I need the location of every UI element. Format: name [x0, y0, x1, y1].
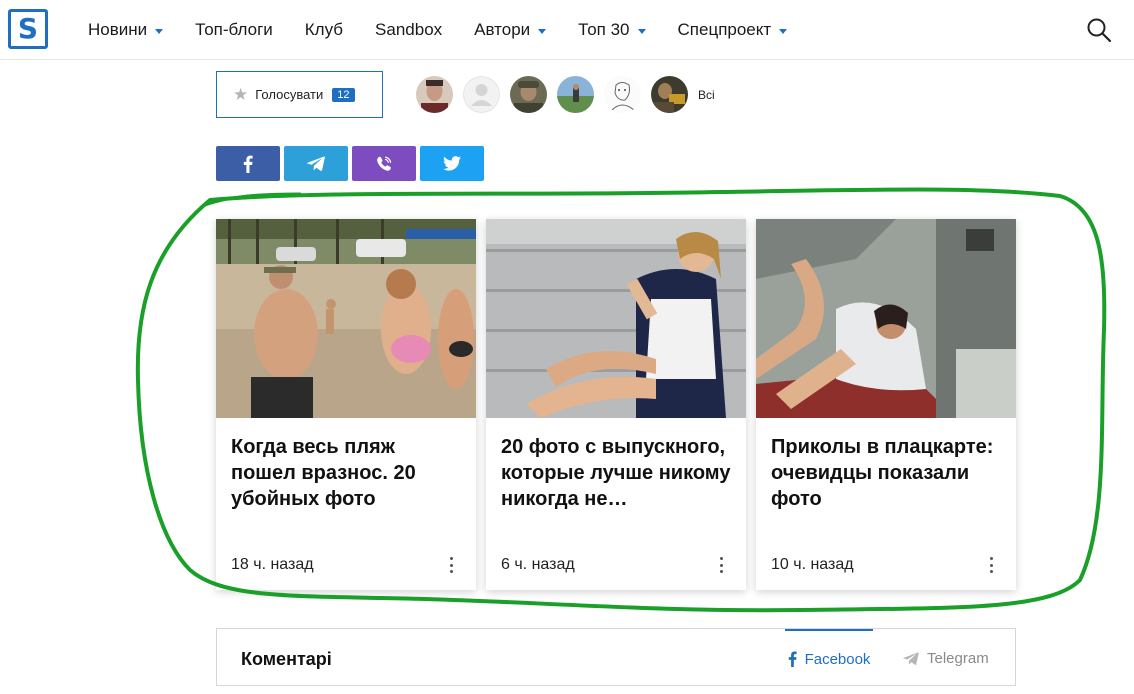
more-options-icon[interactable]: [986, 555, 996, 575]
voters-list: Всі: [416, 76, 715, 113]
article-image[interactable]: [216, 219, 476, 418]
nav-label: Новини: [88, 20, 148, 39]
main-nav: Новини Топ-блоги Клуб Sandbox Автори Топ…: [88, 0, 819, 60]
vote-count-badge: 12: [332, 87, 355, 102]
more-options-icon[interactable]: [446, 555, 456, 575]
tab-label: Telegram: [927, 649, 989, 667]
twitter-icon: [443, 156, 461, 171]
avatar[interactable]: [463, 76, 500, 113]
star-icon: ★: [233, 85, 249, 104]
avatar[interactable]: [604, 76, 641, 113]
article-card[interactable]: 20 фото с выпускного, которые лучше нико…: [486, 219, 746, 590]
article-time: 10 ч. назад: [771, 556, 854, 573]
nav-label: Sandbox: [375, 20, 443, 39]
avatar[interactable]: [557, 76, 594, 113]
article-image[interactable]: [756, 219, 1016, 418]
article-title[interactable]: 20 фото с выпускного, которые лучше нико…: [501, 434, 733, 512]
facebook-icon: [243, 155, 253, 173]
nav-item-news[interactable]: Новини: [88, 20, 164, 40]
article-card[interactable]: Когда весь пляж пошел вразнос. 20 убойны…: [216, 219, 476, 590]
telegram-icon: [903, 651, 919, 665]
nav-item-special[interactable]: Спецпроект: [678, 20, 788, 40]
article-image[interactable]: [486, 219, 746, 418]
nav-label: Автори: [474, 20, 531, 39]
share-telegram-button[interactable]: [284, 146, 348, 181]
share-viber-button[interactable]: [352, 146, 416, 181]
nav-label: Клуб: [304, 20, 344, 39]
tab-facebook[interactable]: Facebook: [785, 629, 873, 687]
nav-item-top30[interactable]: Топ 30: [578, 20, 646, 40]
article-time: 6 ч. назад: [501, 556, 575, 573]
article-card[interactable]: Приколы в плацкарте: очевидцы показали ф…: [756, 219, 1016, 590]
vote-button[interactable]: ★ Голосувати 12: [216, 71, 383, 118]
nav-item-club[interactable]: Клуб: [305, 20, 343, 40]
nav-item-authors[interactable]: Автори: [474, 20, 547, 40]
all-voters-link[interactable]: Всі: [698, 88, 715, 102]
viber-icon: [377, 156, 392, 171]
logo-letter: S: [17, 12, 39, 45]
tab-label: Facebook: [804, 650, 871, 668]
nav-item-top-blogs[interactable]: Топ-блоги: [195, 20, 273, 40]
facebook-icon: [788, 651, 797, 667]
share-facebook-button[interactable]: [216, 146, 280, 181]
avatar[interactable]: [510, 76, 547, 113]
nav-label: Спецпроект: [677, 20, 772, 39]
search-icon[interactable]: [1086, 17, 1112, 43]
tab-telegram[interactable]: Telegram: [903, 629, 989, 687]
chevron-down-icon: [779, 28, 788, 34]
share-twitter-button[interactable]: [420, 146, 484, 181]
avatar[interactable]: [416, 76, 453, 113]
article-time: 18 ч. назад: [231, 556, 314, 573]
more-options-icon[interactable]: [716, 555, 726, 575]
telegram-icon: [307, 156, 325, 171]
avatar[interactable]: [651, 76, 688, 113]
site-header: S Новини Топ-блоги Клуб Sandbox Автори Т…: [0, 0, 1134, 60]
nav-label: Топ-блоги: [195, 20, 273, 39]
site-logo[interactable]: S: [8, 9, 48, 49]
comments-section: Коментарі Facebook Telegram: [216, 628, 1016, 686]
chevron-down-icon: [637, 28, 646, 34]
nav-label: Топ 30: [578, 20, 630, 39]
chevron-down-icon: [538, 28, 547, 34]
article-title[interactable]: Когда весь пляж пошел вразнос. 20 убойны…: [231, 434, 463, 512]
comments-title: Коментарі: [241, 649, 332, 669]
chevron-down-icon: [155, 28, 164, 34]
vote-label: Голосувати: [255, 87, 324, 102]
article-title[interactable]: Приколы в плацкарте: очевидцы показали ф…: [771, 434, 1003, 512]
nav-item-sandbox[interactable]: Sandbox: [375, 20, 442, 40]
